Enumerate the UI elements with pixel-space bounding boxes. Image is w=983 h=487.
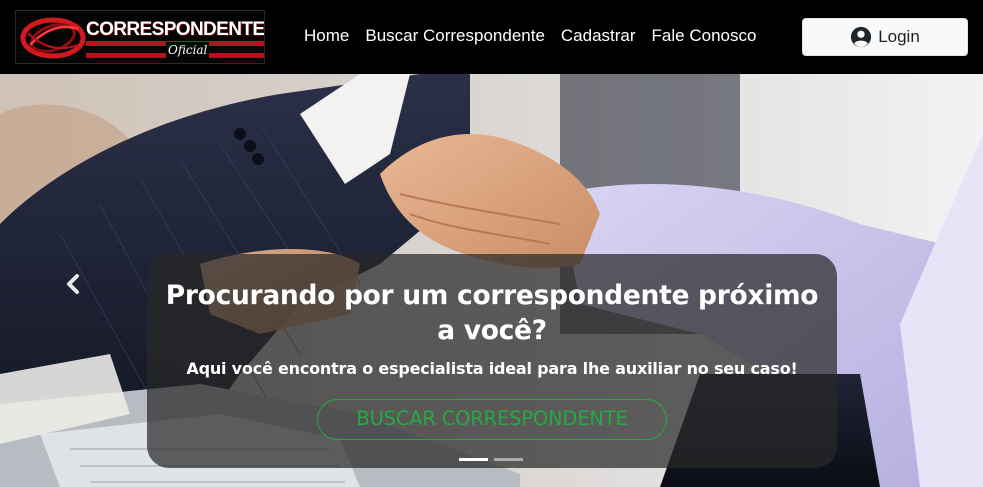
nav-cadastrar[interactable]: Cadastrar: [561, 25, 636, 47]
logo-title: CORRESPONDENTE: [86, 19, 265, 40]
user-circle-icon: [851, 26, 872, 48]
main-nav: Home Buscar Correspondente Cadastrar Fal…: [304, 25, 772, 47]
carousel-indicators: [459, 458, 523, 461]
hero-title: Procurando por um correspondente próximo…: [165, 280, 819, 346]
login-label: Login: [878, 27, 920, 46]
nav-home[interactable]: Home: [304, 25, 349, 47]
hero-carousel: Procurando por um correspondente próximo…: [0, 74, 983, 487]
navbar: CORRESPONDENTE Oficial Home Buscar Corre…: [0, 0, 983, 74]
buscar-correspondente-button[interactable]: BUSCAR CORRESPONDENTE: [317, 399, 667, 440]
carousel-indicator[interactable]: [494, 458, 523, 461]
hero-subtitle: Aqui você encontra o especialista ideal …: [186, 359, 798, 378]
carousel-prev-button[interactable]: [60, 270, 88, 298]
carousel-caption: Procurando por um correspondente próximo…: [147, 254, 837, 468]
carousel-indicator[interactable]: [459, 458, 488, 461]
logo-subtitle: Oficial: [166, 42, 210, 58]
nav-buscar-correspondente[interactable]: Buscar Correspondente: [365, 25, 545, 47]
site-logo[interactable]: CORRESPONDENTE Oficial: [15, 10, 265, 64]
red-ring-emblem-icon: [20, 17, 86, 59]
nav-fale-conosco[interactable]: Fale Conosco: [652, 25, 757, 47]
login-button[interactable]: Login: [802, 18, 968, 56]
chevron-left-icon: [67, 274, 79, 294]
